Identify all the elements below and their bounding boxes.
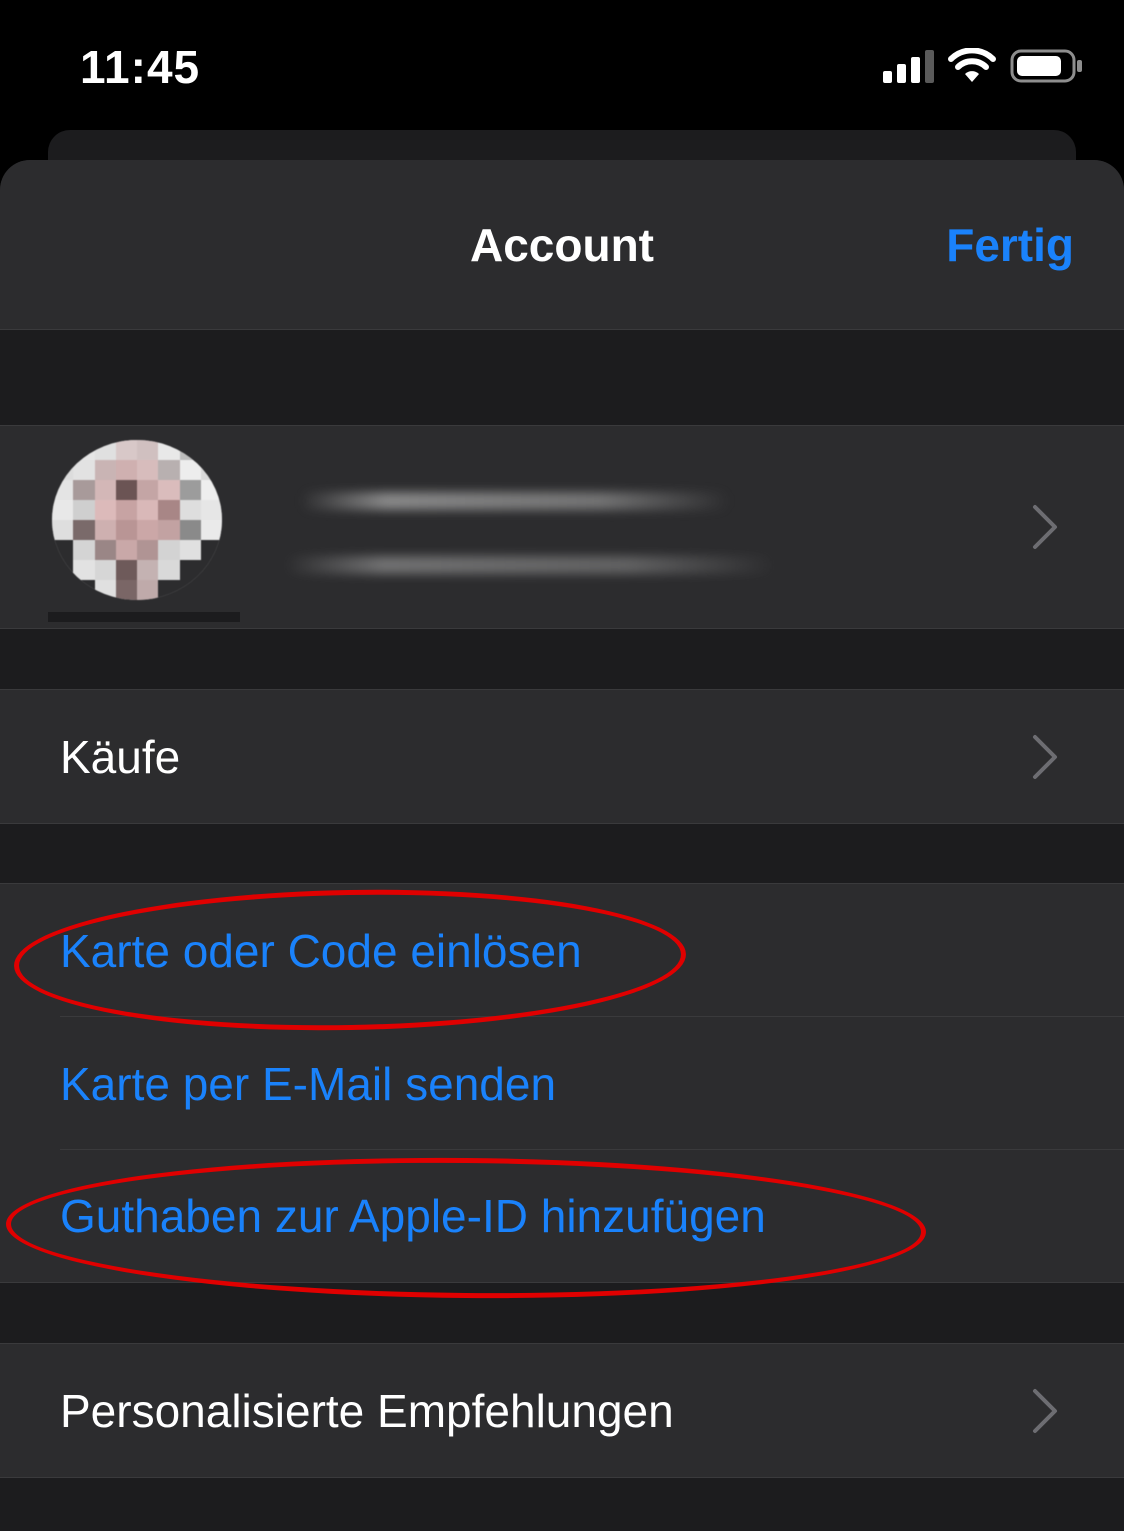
done-button[interactable]: Fertig bbox=[946, 218, 1074, 272]
screen: 11:45 Account Fertig Käufe Karte oder Co… bbox=[0, 0, 1124, 1531]
profile-name-redacted bbox=[300, 492, 730, 510]
status-icons bbox=[883, 48, 1084, 84]
redeem-card-link[interactable]: Karte oder Code einlösen bbox=[60, 924, 582, 978]
send-gift-row[interactable]: Karte per E-Mail senden bbox=[0, 1017, 1124, 1150]
add-funds-link[interactable]: Guthaben zur Apple-ID hinzufügen bbox=[60, 1189, 766, 1243]
chevron-right-icon bbox=[1033, 734, 1057, 779]
add-funds-row[interactable]: Guthaben zur Apple-ID hinzufügen bbox=[0, 1150, 1124, 1282]
profile-row[interactable] bbox=[0, 426, 1124, 628]
recommendations-label: Personalisierte Empfehlungen bbox=[60, 1384, 674, 1437]
status-bar: 11:45 bbox=[0, 0, 1124, 130]
profile-group bbox=[0, 425, 1124, 629]
navigation-bar: Account Fertig bbox=[0, 160, 1124, 330]
chevron-right-icon bbox=[1033, 505, 1057, 549]
recommendations-row[interactable]: Personalisierte Empfehlungen bbox=[0, 1344, 1124, 1477]
account-sheet: Account Fertig Käufe Karte oder Code ein… bbox=[0, 160, 1124, 1531]
wifi-icon bbox=[948, 48, 996, 84]
send-gift-card-link[interactable]: Karte per E-Mail senden bbox=[60, 1057, 556, 1111]
chevron-right-icon bbox=[1033, 1388, 1057, 1433]
purchases-row[interactable]: Käufe bbox=[0, 690, 1124, 823]
avatar-caption-redacted bbox=[48, 612, 240, 622]
purchases-label: Käufe bbox=[60, 730, 181, 783]
status-time: 11:45 bbox=[80, 41, 201, 93]
cellular-signal-icon bbox=[883, 49, 934, 83]
purchases-group: Käufe bbox=[0, 689, 1124, 824]
battery-icon bbox=[1010, 48, 1084, 84]
avatar bbox=[52, 440, 222, 600]
redeem-row[interactable]: Karte oder Code einlösen bbox=[0, 884, 1124, 1017]
recommendations-group: Personalisierte Empfehlungen bbox=[0, 1343, 1124, 1478]
profile-email-redacted bbox=[285, 556, 775, 574]
gift-card-group: Karte oder Code einlösen Karte per E-Mai… bbox=[0, 883, 1124, 1283]
